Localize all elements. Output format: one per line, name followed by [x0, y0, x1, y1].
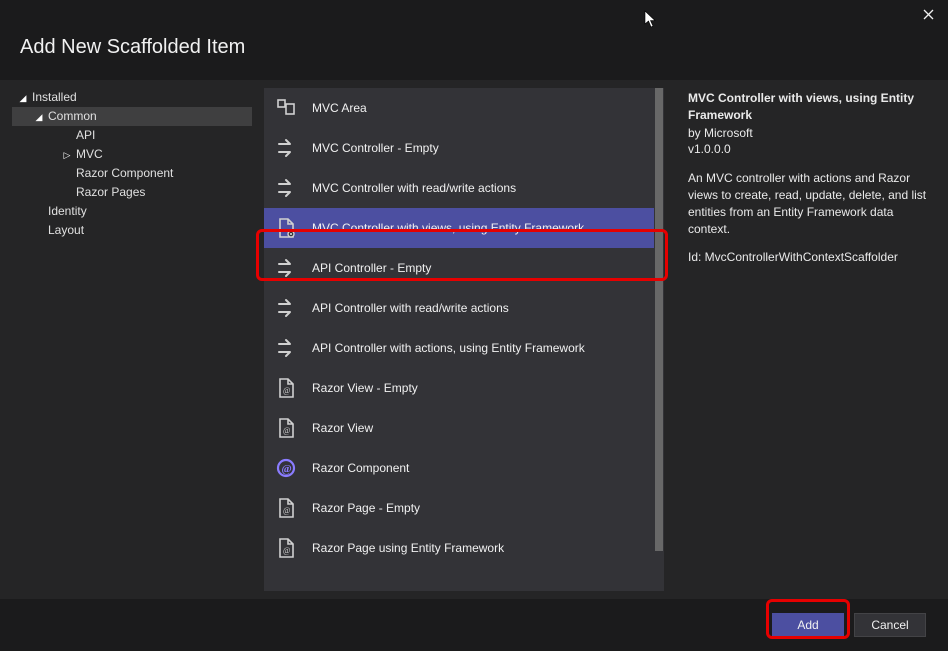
- controller-icon: [274, 176, 298, 200]
- scrollbar-thumb[interactable]: [655, 88, 663, 551]
- svg-text:@: @: [282, 463, 292, 475]
- chevron-down-icon: ◢: [62, 127, 72, 146]
- template-item[interactable]: MVC Controller with views, using Entity …: [264, 208, 654, 248]
- template-list: MVC Area MVC Controller - Empty MVC Contro…: [264, 88, 664, 591]
- cancel-button[interactable]: Cancel: [854, 613, 926, 637]
- chevron-down-icon: ◢: [62, 165, 72, 184]
- tree-item-label: Installed: [32, 90, 77, 104]
- tree-item-label: Razor Pages: [76, 185, 145, 199]
- template-item-label: Razor Component: [312, 461, 409, 475]
- template-item-label: MVC Controller - Empty: [312, 141, 439, 155]
- scrollbar-vertical[interactable]: [654, 88, 664, 591]
- template-item-label: MVC Controller with read/write actions: [312, 181, 516, 195]
- template-item[interactable]: @ Razor View - Empty: [264, 368, 654, 408]
- chevron-down-icon: ◢: [34, 222, 44, 241]
- razor-file-icon: @: [274, 416, 298, 440]
- tree-item-label: Identity: [48, 204, 87, 218]
- template-item-label: Razor Page using Entity Framework: [312, 541, 504, 555]
- tree-item-label: Common: [48, 109, 97, 123]
- svg-text:@: @: [283, 546, 290, 555]
- body-area: ◢ Installed ◢ Common ◢ API ▷ MVC ◢ Razor Componen…: [0, 80, 948, 599]
- template-item[interactable]: @ Razor Page using Entity Framework: [264, 528, 654, 568]
- detail-title: MVC Controller with views, using Entity …: [688, 90, 934, 124]
- template-item-label: Razor Page - Empty: [312, 501, 420, 515]
- razor-component-icon: @: [274, 456, 298, 480]
- tree-item[interactable]: ◢ Razor Component: [12, 164, 252, 183]
- chevron-down-icon: ◢: [18, 89, 28, 108]
- template-item-label: API Controller with actions, using Entit…: [312, 341, 585, 355]
- tree-item[interactable]: ◢ Common: [12, 107, 252, 126]
- file-icon: [274, 216, 298, 240]
- razor-file-icon: @: [274, 496, 298, 520]
- tree-item[interactable]: ◢ API: [12, 126, 252, 145]
- category-tree[interactable]: ◢ Installed ◢ Common ◢ API ▷ MVC ◢ Razor Componen…: [12, 88, 252, 240]
- tree-item[interactable]: ◢ Razor Pages: [12, 183, 252, 202]
- detail-version: v1.0.0.0: [688, 141, 934, 158]
- close-button[interactable]: [914, 6, 942, 26]
- razor-file-icon: @: [274, 376, 298, 400]
- svg-text:@: @: [283, 386, 290, 395]
- controller-icon: [274, 296, 298, 320]
- chevron-right-icon: ▷: [62, 146, 72, 165]
- svg-text:@: @: [283, 426, 290, 435]
- template-item-label: MVC Area: [312, 101, 367, 115]
- add-button[interactable]: Add: [772, 613, 844, 637]
- template-item[interactable]: @ Razor Component: [264, 448, 654, 488]
- chevron-down-icon: ◢: [62, 184, 72, 203]
- tree-item-label: API: [76, 128, 95, 142]
- chevron-down-icon: ◢: [34, 203, 44, 222]
- detail-publisher: by Microsoft: [688, 125, 934, 142]
- detail-pane: MVC Controller with views, using Entity …: [688, 90, 934, 266]
- button-bar: Add Cancel: [0, 599, 948, 651]
- tree-item-label: Razor Component: [76, 166, 173, 180]
- tree-item[interactable]: ◢ Installed: [12, 88, 252, 107]
- template-item[interactable]: MVC Area: [264, 88, 654, 128]
- title-bar: Add New Scaffolded Item: [0, 0, 948, 70]
- detail-id: Id: MvcControllerWithContextScaffolder: [688, 249, 934, 266]
- controller-icon: [274, 256, 298, 280]
- template-item[interactable]: MVC Controller with read/write actions: [264, 168, 654, 208]
- template-item-label: API Controller with read/write actions: [312, 301, 509, 315]
- chevron-down-icon: ◢: [34, 108, 44, 127]
- area-icon: [274, 96, 298, 120]
- tree-item[interactable]: ◢ Layout: [12, 221, 252, 240]
- controller-icon: [274, 336, 298, 360]
- template-item-label: Razor View - Empty: [312, 381, 418, 395]
- dialog-title: Add New Scaffolded Item: [20, 36, 948, 59]
- controller-icon: [274, 136, 298, 160]
- svg-text:@: @: [283, 506, 290, 515]
- template-item-label: Razor View: [312, 421, 373, 435]
- tree-item-label: Layout: [48, 223, 84, 237]
- tree-item-label: MVC: [76, 147, 103, 161]
- template-item[interactable]: MVC Controller - Empty: [264, 128, 654, 168]
- template-item[interactable]: @ Razor Page - Empty: [264, 488, 654, 528]
- razor-file-icon: @: [274, 536, 298, 560]
- template-item-label: MVC Controller with views, using Entity …: [312, 221, 584, 235]
- tree-item[interactable]: ◢ Identity: [12, 202, 252, 221]
- template-item[interactable]: @ Razor View: [264, 408, 654, 448]
- close-icon: [923, 9, 934, 20]
- template-item[interactable]: API Controller - Empty: [264, 248, 654, 288]
- detail-description: An MVC controller with actions and Razor…: [688, 170, 934, 237]
- tree-item[interactable]: ▷ MVC: [12, 145, 252, 164]
- template-item[interactable]: API Controller with actions, using Entit…: [264, 328, 654, 368]
- template-item[interactable]: API Controller with read/write actions: [264, 288, 654, 328]
- template-item-label: API Controller - Empty: [312, 261, 431, 275]
